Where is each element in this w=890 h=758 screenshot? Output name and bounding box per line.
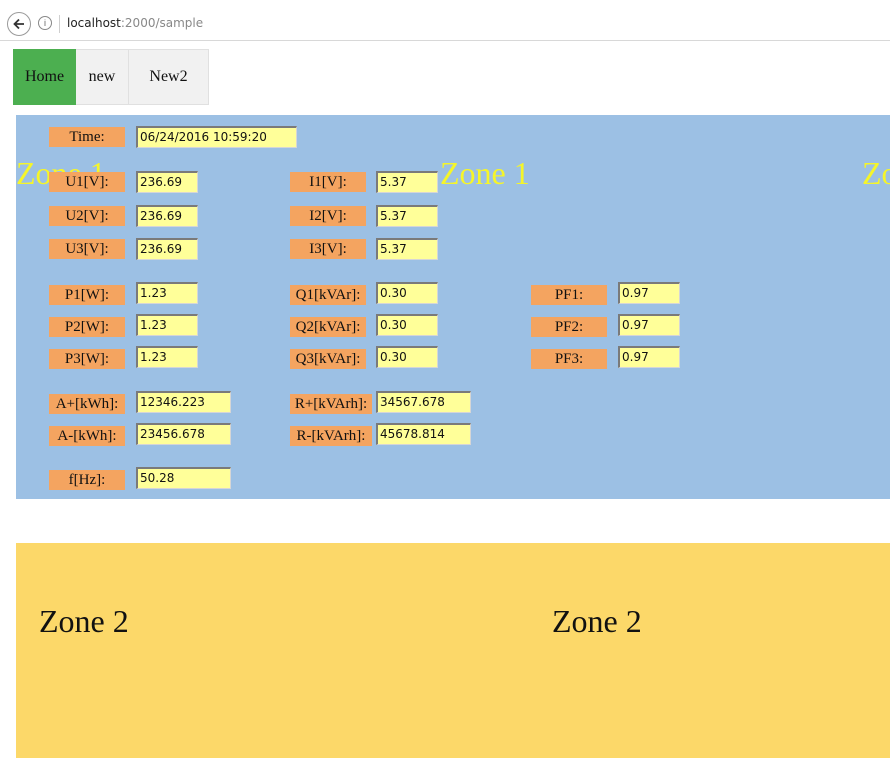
a-minus-label: A-[kWh]:	[49, 426, 125, 446]
pf1-value: 0.97	[618, 282, 680, 304]
url-host: localhost	[67, 16, 121, 30]
q3-label: Q3[kVAr]:	[290, 349, 366, 369]
info-icon[interactable]: i	[38, 16, 52, 30]
time-label: Time:	[49, 127, 125, 147]
u3-value: 236.69	[136, 238, 198, 260]
url-path: :2000/sample	[120, 16, 204, 30]
q2-value: 0.30	[376, 314, 438, 336]
p1-value: 1.23	[136, 282, 198, 304]
p3-label: P3[W]:	[49, 349, 125, 369]
frequency-label: f[Hz]:	[49, 470, 125, 490]
nav-home[interactable]: Home	[13, 49, 76, 105]
i2-label: I2[V]:	[290, 206, 366, 226]
i2-value: 5.37	[376, 205, 438, 227]
r-minus-label: R-[kVArh]:	[290, 426, 372, 446]
i3-value: 5.37	[376, 238, 438, 260]
back-arrow-icon[interactable]	[7, 12, 31, 36]
zone-2-title: Zone 2	[39, 603, 129, 639]
zone-1-title: Zone 1	[440, 155, 530, 191]
p3-value: 1.23	[136, 346, 198, 368]
i1-label: I1[V]:	[290, 172, 366, 192]
a-minus-value: 23456.678	[136, 423, 231, 445]
time-value: 06/24/2016 10:59:20	[136, 126, 297, 148]
pf1-label: PF1:	[531, 285, 607, 305]
i1-value: 5.37	[376, 171, 438, 193]
url-field[interactable]: localhost:2000/sample	[67, 16, 203, 30]
pf3-value: 0.97	[618, 346, 680, 368]
pf2-label: PF2:	[531, 317, 607, 337]
url-separator	[59, 15, 60, 33]
u1-label: U1[V]:	[49, 172, 125, 192]
u2-label: U2[V]:	[49, 206, 125, 226]
p2-value: 1.23	[136, 314, 198, 336]
i3-label: I3[V]:	[290, 239, 366, 259]
q1-value: 0.30	[376, 282, 438, 304]
q2-label: Q2[kVAr]:	[290, 317, 366, 337]
u1-value: 236.69	[136, 171, 198, 193]
pf2-value: 0.97	[618, 314, 680, 336]
nav-new2[interactable]: New2	[128, 49, 209, 105]
a-plus-label: A+[kWh]:	[49, 394, 125, 414]
zone-1-panel: Zone 1 Zone 1 Zone 1 Time: 06/24/2016 10…	[16, 115, 890, 499]
u2-value: 236.69	[136, 205, 198, 227]
nav-new[interactable]: new	[76, 49, 128, 105]
r-plus-value: 34567.678	[376, 391, 471, 413]
zone-1-title: Zone 1	[862, 155, 890, 191]
p2-label: P2[W]:	[49, 317, 125, 337]
nav-bar: Home new New2	[13, 49, 209, 105]
p1-label: P1[W]:	[49, 285, 125, 305]
frequency-value: 50.28	[136, 467, 231, 489]
q1-label: Q1[kVAr]:	[290, 285, 366, 305]
pf3-label: PF3:	[531, 349, 607, 369]
zone-2-title: Zone 2	[552, 603, 642, 639]
zone-2-panel: Zone 2 Zone 2	[16, 543, 890, 758]
u3-label: U3[V]:	[49, 239, 125, 259]
browser-address-bar: i localhost:2000/sample	[0, 8, 890, 41]
r-minus-value: 45678.814	[376, 423, 471, 445]
a-plus-value: 12346.223	[136, 391, 231, 413]
r-plus-label: R+[kVArh]:	[290, 394, 372, 414]
q3-value: 0.30	[376, 346, 438, 368]
